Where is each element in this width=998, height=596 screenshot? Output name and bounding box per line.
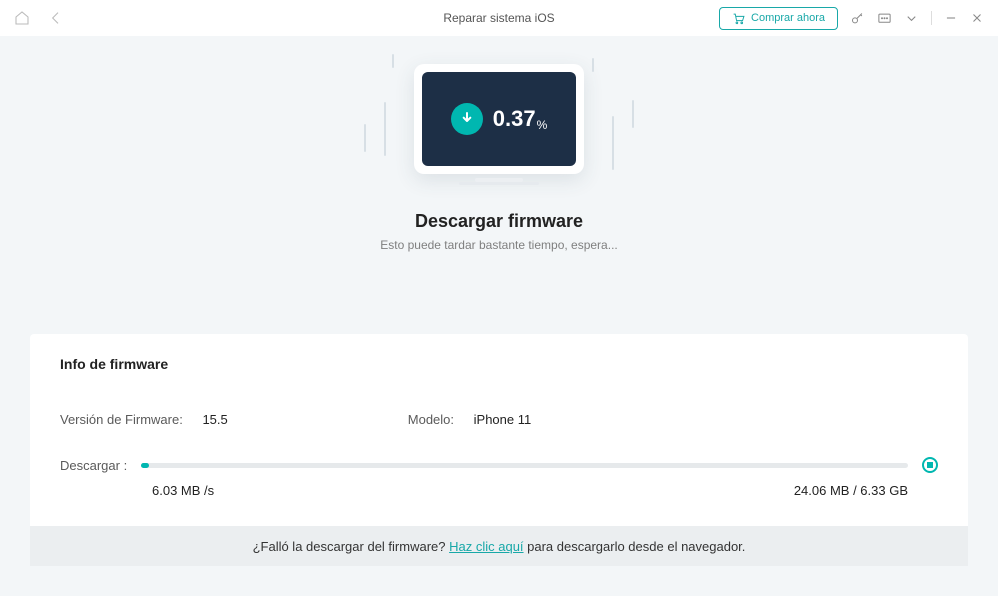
download-progress-label: Descargar :: [60, 458, 127, 473]
footer-suffix: para descargarlo desde el navegador.: [524, 539, 746, 554]
page-body: 0.37% Descargar firmware Esto puede tard…: [0, 36, 998, 596]
model-label: Modelo:: [408, 412, 454, 427]
percent-value: 0.37: [493, 106, 536, 131]
divider: [931, 11, 932, 25]
chevron-down-icon[interactable]: [904, 11, 919, 26]
monitor-illustration: 0.37% Descargar firmware Esto puede tard…: [0, 36, 998, 252]
download-arrow-icon: [451, 103, 483, 135]
footer-prefix: ¿Falló la descargar del firmware?: [253, 539, 450, 554]
minimize-icon[interactable]: [944, 11, 958, 25]
firmware-card: Info de firmware Versión de Firmware: 15…: [30, 334, 968, 538]
close-icon[interactable]: [970, 11, 984, 25]
model-value: iPhone 11: [474, 412, 532, 427]
key-icon[interactable]: [850, 11, 865, 26]
progress-bar: [141, 463, 908, 468]
monitor-icon: 0.37%: [414, 64, 584, 174]
firmware-version-value: 15.5: [202, 412, 227, 427]
percent-sign: %: [537, 118, 548, 132]
feedback-icon[interactable]: [877, 11, 892, 26]
buy-now-button[interactable]: Comprar ahora: [719, 7, 838, 30]
download-subtext: Esto puede tardar bastante tiempo, esper…: [0, 238, 998, 252]
download-size: 24.06 MB / 6.33 GB: [794, 483, 908, 498]
cancel-download-button[interactable]: [922, 457, 938, 473]
buy-now-label: Comprar ahora: [751, 12, 825, 24]
download-speed: 6.03 MB /s: [152, 483, 214, 498]
back-icon[interactable]: [48, 10, 64, 26]
titlebar: Reparar sistema iOS Comprar ahora: [0, 0, 998, 36]
page-title: Reparar sistema iOS: [443, 11, 554, 25]
firmware-version-label: Versión de Firmware:: [60, 412, 183, 427]
footer-link[interactable]: Haz clic aquí: [449, 539, 523, 554]
progress-bar-fill: [141, 463, 149, 468]
card-title: Info de firmware: [60, 356, 938, 372]
download-heading: Descargar firmware: [0, 211, 998, 232]
home-icon[interactable]: [14, 10, 30, 26]
footer-message: ¿Falló la descargar del firmware? Haz cl…: [30, 526, 968, 566]
